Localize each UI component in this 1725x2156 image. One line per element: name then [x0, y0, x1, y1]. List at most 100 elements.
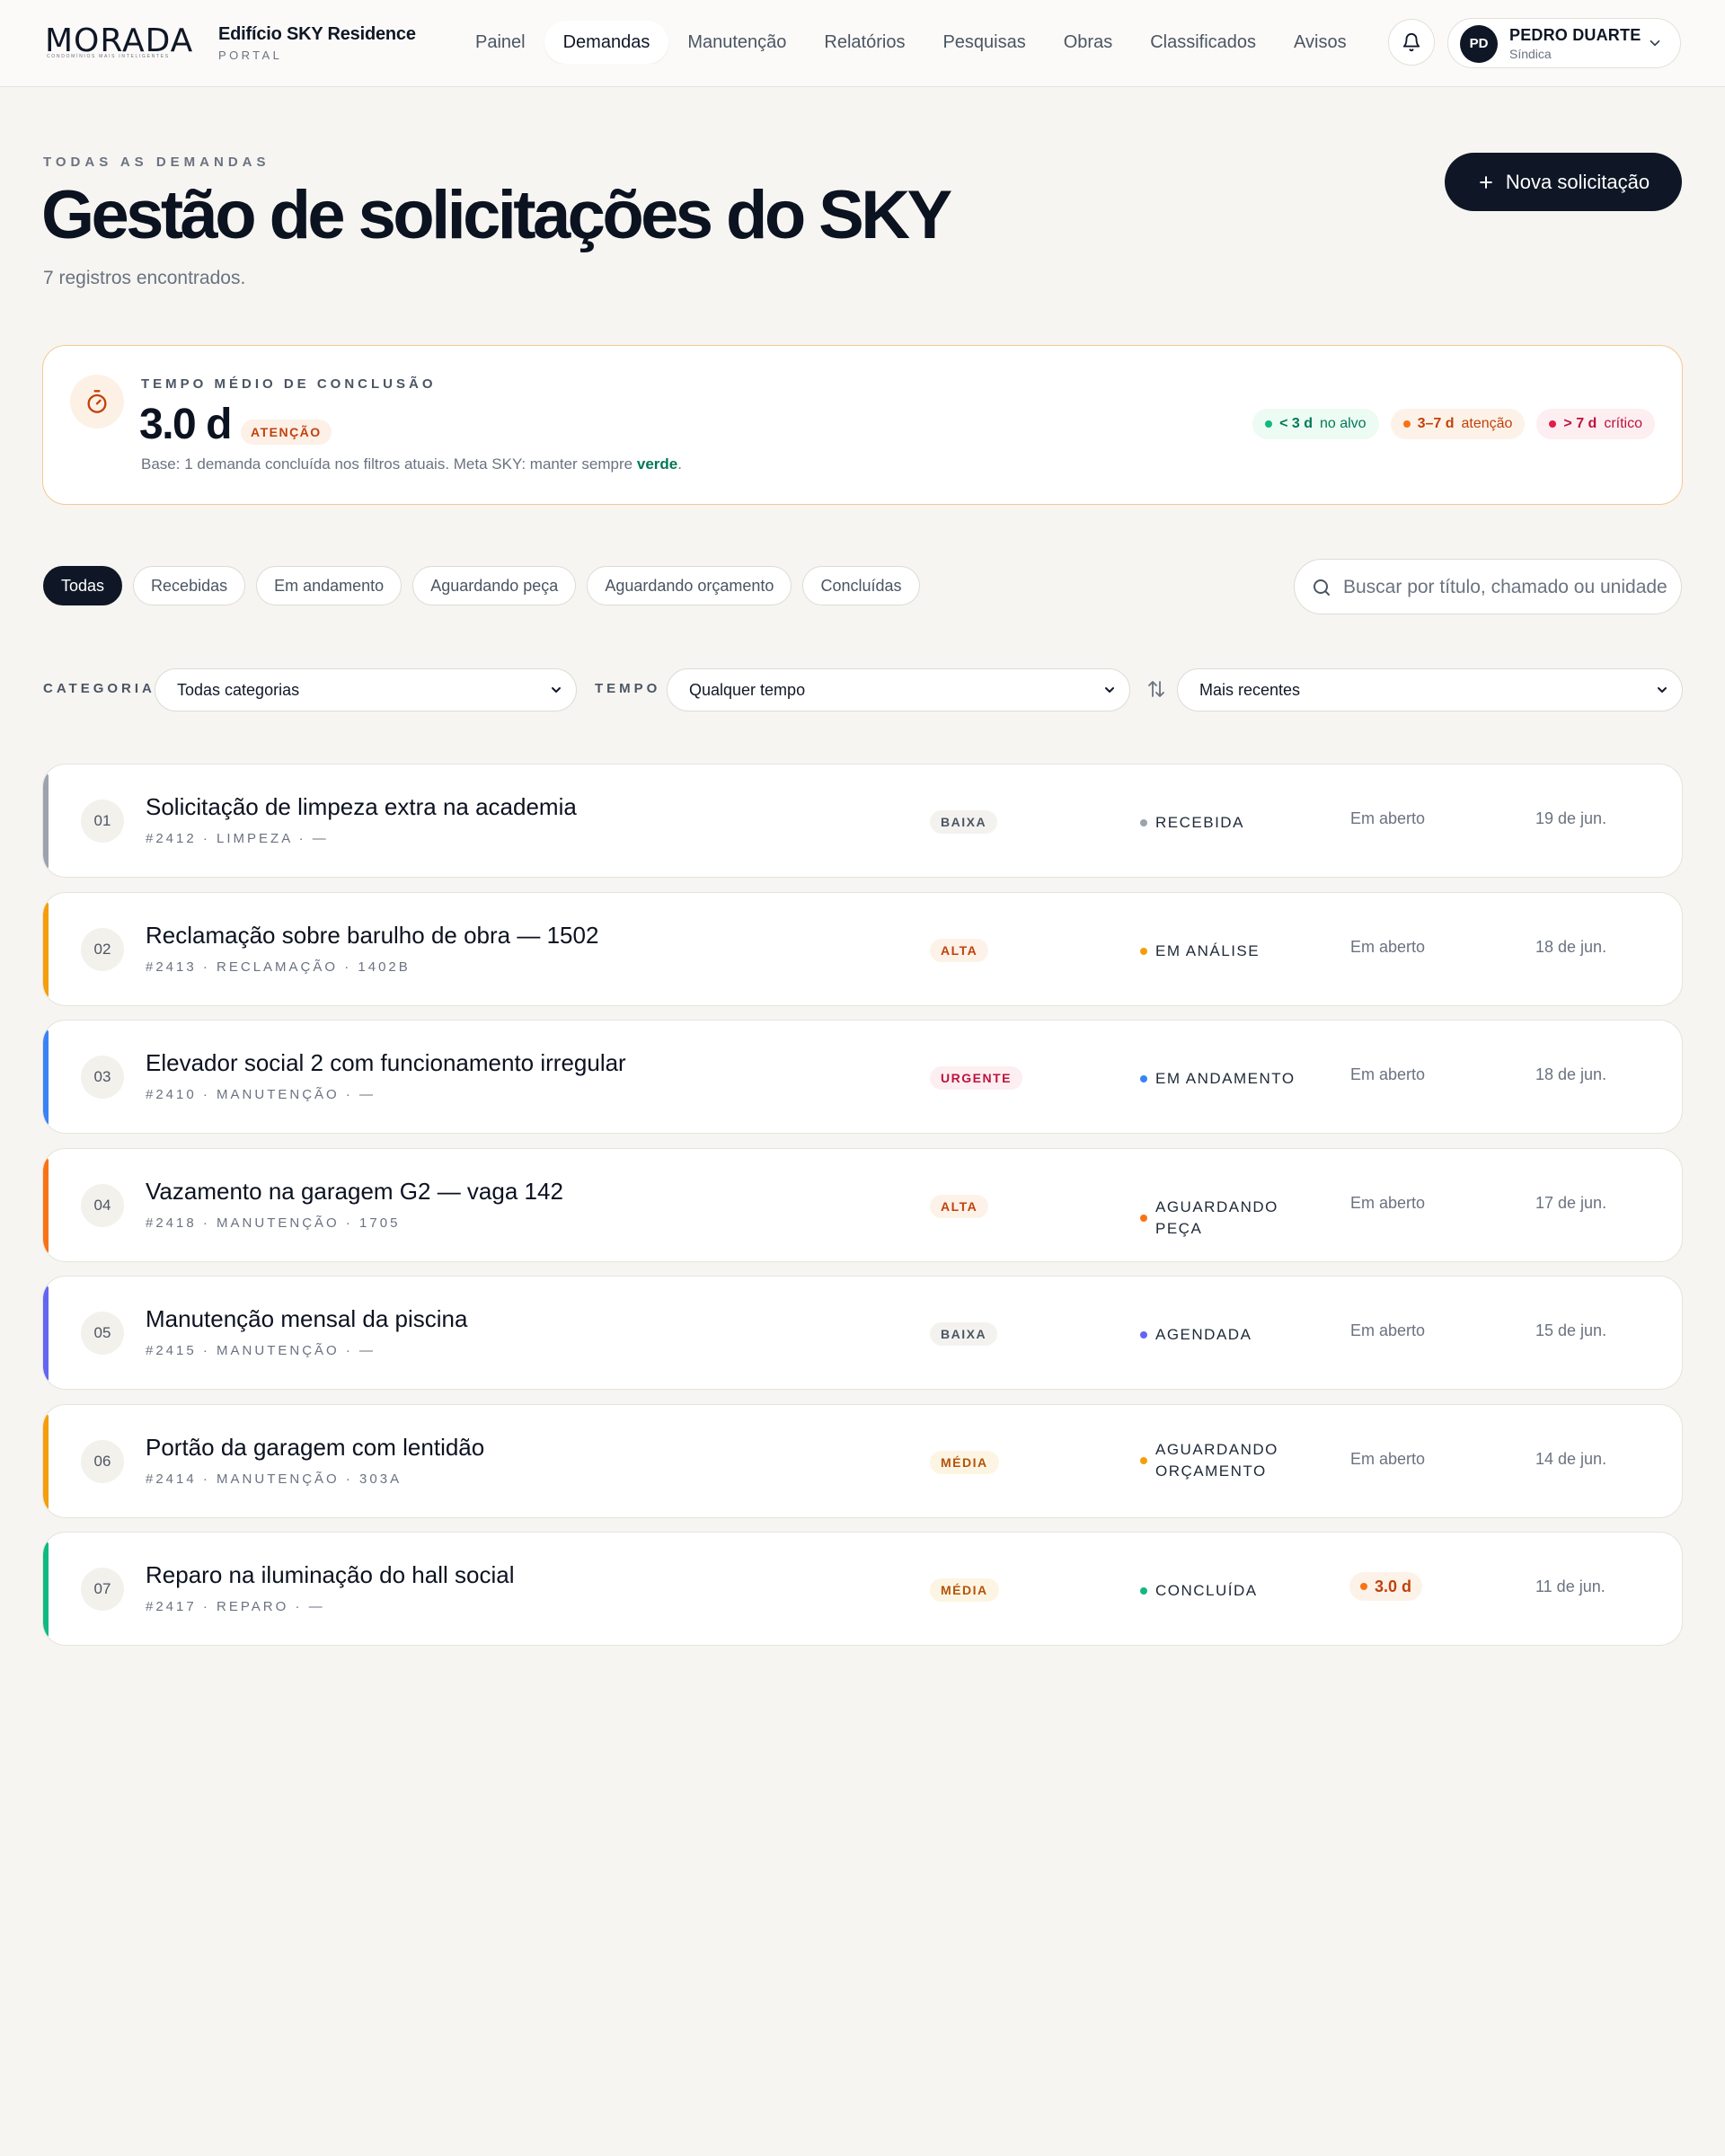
demand-title: Portão da garagem com lentidão [146, 1434, 485, 1461]
nav-demandas[interactable]: Demandas [544, 21, 669, 64]
new-request-label: Nova solicitação [1505, 170, 1650, 193]
tab-em-andamento[interactable]: Em andamento [256, 566, 402, 605]
elapsed-time: Em aberto [1350, 1450, 1426, 1468]
demand-row[interactable]: 04 Vazamento na garagem G2 — vaga 142 #2… [42, 1148, 1683, 1262]
nav-classificados[interactable]: Classificados [1131, 21, 1275, 64]
search-icon [1314, 579, 1330, 596]
elapsed-time: Em aberto [1350, 1321, 1426, 1339]
demand-meta: #2418 · MANUTENÇÃO · 1705 [146, 1215, 401, 1231]
completion-time-badge: 3.0 d [1349, 1572, 1423, 1601]
kpi-value: 3.0 d [139, 401, 232, 448]
demand-title: Vazamento na garagem G2 — vaga 142 [146, 1178, 563, 1205]
demand-meta: #2410 · MANUTENÇÃO · — [146, 1087, 376, 1102]
tab-aguardando-orcamento[interactable]: Aguardando orçamento [587, 566, 792, 605]
elapsed-time: Em aberto [1350, 1065, 1426, 1083]
status-indicator: CONCLUÍDA [1140, 1580, 1326, 1602]
kpi-label: TEMPO MÉDIO DE CONCLUSÃO [141, 376, 437, 392]
chevron-down-icon [1650, 40, 1660, 47]
tab-todas[interactable]: Todas [43, 566, 123, 605]
elapsed-time: Em aberto [1350, 809, 1426, 827]
results-count: 7 registros encontrados. [43, 268, 246, 288]
created-date: 14 de jun. [1535, 1450, 1607, 1468]
status-tabs: Todas Recebidas Em andamento Aguardando … [43, 566, 920, 605]
search-input[interactable] [1343, 572, 1667, 603]
status-indicator: AGUARDANDO PEÇA [1140, 1197, 1326, 1240]
category-select[interactable]: Todas categorias [155, 668, 577, 711]
main-nav: Painel Demandas Manutenção Relatórios Pe… [456, 21, 1391, 64]
status-indicator: EM ANDAMENTO [1140, 1068, 1326, 1090]
demand-row[interactable]: 05 Manutenção mensal da piscina #2415 · … [42, 1276, 1683, 1390]
category-value: Todas categorias [177, 681, 300, 699]
priority-badge: BAIXA [930, 810, 998, 834]
demand-meta: #2413 · RECLAMAÇÃO · 1402B [146, 959, 411, 975]
user-name: PEDRO DUARTE [1509, 26, 1641, 44]
legend-on-target: < 3 d no alvo [1252, 409, 1379, 439]
logo-tagline: CONDOMÍNIOS MAIS INTELIGENTES [47, 54, 170, 59]
time-value: Qualquer tempo [689, 681, 806, 699]
tab-aguardando-peca[interactable]: Aguardando peça [412, 566, 577, 605]
nav-fade [1355, 21, 1391, 64]
nav-pesquisas[interactable]: Pesquisas [924, 21, 1044, 64]
nav-avisos[interactable]: Avisos [1275, 21, 1366, 64]
created-date: 11 de jun. [1535, 1577, 1606, 1595]
top-bar: MORADA CONDOMÍNIOS MAIS INTELIGENTES Edi… [0, 0, 1725, 87]
page-eyebrow: TODAS AS DEMANDAS [43, 155, 270, 170]
legend-attention: 3–7 d atenção [1390, 409, 1526, 439]
status-color-bar [43, 1158, 49, 1254]
kpi-status-badge: ATENÇÃO [241, 420, 332, 445]
time-select[interactable]: Qualquer tempo [667, 668, 1130, 711]
sort-select[interactable]: Mais recentes [1177, 668, 1683, 711]
building-name: Edifício SKY Residence [218, 24, 416, 44]
timer-icon [70, 375, 124, 429]
morada-logo[interactable]: MORADA CONDOMÍNIOS MAIS INTELIGENTES [45, 22, 203, 60]
sort-value: Mais recentes [1199, 681, 1301, 699]
tab-recebidas[interactable]: Recebidas [133, 566, 246, 605]
chevron-down-icon [552, 687, 561, 693]
demand-meta: #2412 · LIMPEZA · — [146, 831, 329, 846]
category-label: CATEGORIA [43, 681, 155, 696]
user-menu[interactable]: PD PEDRO DUARTE Síndica [1447, 18, 1681, 68]
time-label: TEMPO [595, 681, 661, 696]
kpi-legend: < 3 d no alvo 3–7 d atenção > 7 d crítico [1252, 409, 1655, 439]
demand-row[interactable]: 02 Reclamação sobre barulho de obra — 15… [42, 892, 1683, 1006]
status-color-bar [43, 1286, 49, 1382]
status-color-bar [43, 773, 49, 870]
logo-wordmark: MORADA [45, 22, 194, 59]
avg-completion-card: TEMPO MÉDIO DE CONCLUSÃO 3.0 d ATENÇÃO B… [42, 345, 1683, 505]
chevron-down-icon [1105, 687, 1114, 693]
portal-label: PORTAL [218, 49, 283, 62]
row-number: 01 [81, 800, 124, 843]
status-indicator: RECEBIDA [1140, 812, 1326, 834]
nav-manutencao[interactable]: Manutenção [668, 21, 805, 64]
new-request-button[interactable]: Nova solicitação [1445, 153, 1682, 211]
search-box [1294, 559, 1682, 614]
demand-title: Solicitação de limpeza extra na academia [146, 793, 577, 820]
sort-icon [1148, 681, 1164, 697]
created-date: 18 de jun. [1535, 938, 1607, 956]
status-indicator: EM ANÁLISE [1140, 941, 1326, 962]
kpi-note: Base: 1 demanda concluída nos filtros at… [141, 455, 682, 473]
nav-painel[interactable]: Painel [456, 21, 544, 64]
created-date: 18 de jun. [1535, 1065, 1607, 1083]
row-number: 07 [81, 1568, 124, 1611]
priority-badge: URGENTE [930, 1066, 1022, 1090]
priority-badge: ALTA [930, 939, 989, 962]
chevron-down-icon [1658, 687, 1667, 693]
demand-meta: #2417 · REPARO · — [146, 1599, 325, 1614]
demand-title: Reclamação sobre barulho de obra — 1502 [146, 922, 599, 949]
priority-badge: MÉDIA [930, 1451, 999, 1474]
demand-row[interactable]: 07 Reparo na iluminação do hall social #… [42, 1532, 1683, 1646]
created-date: 19 de jun. [1535, 809, 1607, 827]
row-number: 06 [81, 1440, 124, 1483]
notifications-button[interactable] [1388, 19, 1435, 66]
nav-obras[interactable]: Obras [1045, 21, 1131, 64]
elapsed-time: Em aberto [1350, 938, 1426, 956]
avatar: PD [1460, 25, 1498, 63]
demand-row[interactable]: 03 Elevador social 2 com funcionamento i… [42, 1020, 1683, 1134]
nav-relatorios[interactable]: Relatórios [805, 21, 924, 64]
status-color-bar [43, 902, 49, 998]
row-number: 04 [81, 1184, 124, 1227]
demand-row[interactable]: 06 Portão da garagem com lentidão #2414 … [42, 1404, 1683, 1518]
tab-concluidas[interactable]: Concluídas [802, 566, 920, 605]
demand-row[interactable]: 01 Solicitação de limpeza extra na acade… [42, 764, 1683, 878]
